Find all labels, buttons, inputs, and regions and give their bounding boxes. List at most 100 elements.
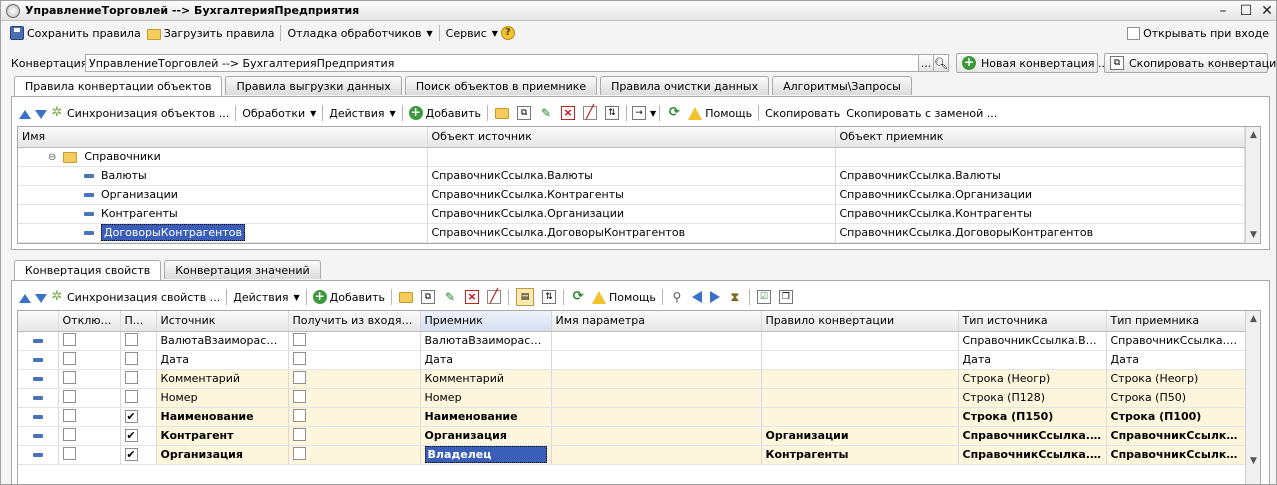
move-icon[interactable]: → [632, 106, 647, 120]
toggle-view-icon[interactable]: ▤ [516, 288, 535, 306]
tab-property-conversion[interactable]: Конвертация свойств [14, 260, 162, 280]
processing-menu[interactable]: Обработки ▼ [239, 103, 319, 123]
copy-conversion-button[interactable]: ⧉ Скопировать конвертацию [1104, 53, 1276, 73]
p-checkbox[interactable]: ✔ [124, 429, 138, 442]
disabled-checkbox[interactable] [62, 408, 76, 422]
refresh-icon[interactable]: ⟳ [667, 106, 681, 120]
copy-button[interactable]: Скопировать [762, 103, 843, 123]
table-row[interactable]: Комментарий Комментарий Строка (Неогр) Стро… [18, 369, 1260, 389]
hierarchy-icon[interactable]: ⇅ [542, 290, 557, 304]
conversion-open-button[interactable]: 🔍︎ [933, 54, 949, 72]
p-checkbox[interactable] [124, 351, 138, 365]
column-header-name[interactable]: Имя [18, 127, 428, 148]
add-group-icon[interactable] [399, 291, 414, 303]
chevron-down-icon[interactable]: ▼ [650, 109, 656, 118]
column-header-p[interactable]: П... [120, 311, 157, 332]
table-row[interactable]: Контрагенты СправочникСсылка.Организации… [18, 204, 1260, 224]
column-header-target[interactable]: Приемник [420, 311, 552, 332]
help-objects-button[interactable]: Помощь [685, 103, 755, 123]
edit-icon[interactable]: ✎ [539, 106, 553, 120]
conversion-select-button[interactable]: ... [918, 54, 934, 72]
tab-export-rules[interactable]: Правила выгрузки данных [225, 76, 402, 95]
sync-objects-button[interactable]: ✲ Синхронизация объектов ... [47, 103, 232, 123]
open-on-start-checkbox[interactable]: Открывать при входе [1124, 23, 1272, 43]
props-actions-menu[interactable]: Действия ▼ [230, 287, 302, 307]
get-incoming-checkbox[interactable] [292, 389, 306, 403]
copy-row-icon[interactable]: ⧉ [517, 106, 532, 120]
table-row[interactable]: Дата Дата Дата Дата [18, 350, 1260, 370]
table-row[interactable]: ✔ Организация Владелец Контрагенты Справочни… [18, 445, 1260, 465]
column-header-target[interactable]: Объект приемник [835, 127, 1245, 148]
tab-value-conversion[interactable]: Конвертация значений [164, 260, 321, 279]
arrow-down-icon[interactable] [35, 293, 47, 303]
tab-target-search[interactable]: Поиск объектов в приемнике [404, 76, 598, 95]
get-incoming-checkbox[interactable] [292, 351, 306, 365]
add-object-button[interactable]: + Добавить [406, 103, 484, 123]
conversion-field[interactable]: УправлениеТорговлей --> БухгалтерияПредп… [85, 54, 919, 72]
table-row[interactable]: Организации СправочникСсылка.Контрагенты… [18, 185, 1260, 205]
tab-cleanup-rules[interactable]: Правила очистки данных [600, 76, 770, 95]
column-header-disabled[interactable]: Отключи... [58, 311, 121, 332]
disabled-checkbox[interactable] [62, 446, 76, 460]
search-icon[interactable]: ⚲ [670, 290, 684, 304]
help-properties-button[interactable]: Помощь [589, 287, 659, 307]
refresh-icon[interactable]: ⟳ [571, 290, 585, 304]
objects-scrollbar[interactable]: ▲ ▼ [1245, 127, 1260, 243]
actions-menu[interactable]: Действия ▼ [326, 103, 398, 123]
arrow-left-icon[interactable] [691, 291, 702, 303]
p-checkbox[interactable]: ✔ [124, 448, 138, 461]
column-header-conversion-rule[interactable]: Правило конвертации [761, 311, 959, 332]
close-button[interactable]: ✕ [1258, 2, 1276, 20]
copy-row-icon[interactable]: ⧉ [421, 290, 436, 304]
debug-handlers-menu[interactable]: Отладка обработчиков ▼ [284, 23, 435, 43]
column-header-target-type[interactable]: Тип приемника [1106, 311, 1247, 332]
get-incoming-checkbox[interactable] [292, 370, 306, 384]
properties-scrollbar[interactable]: ▲ ▼ [1245, 311, 1260, 484]
check-all-icon[interactable]: ☑ [756, 290, 771, 304]
arrow-up-icon[interactable] [19, 293, 31, 303]
add-group-icon[interactable] [495, 107, 510, 119]
service-menu[interactable]: Сервис ▼ [443, 23, 501, 43]
edit-icon[interactable]: ✎ [443, 290, 457, 304]
sync-properties-button[interactable]: ✲ Синхронизация свойств ... [47, 287, 223, 307]
tab-object-rules[interactable]: Правила конвертации объектов [14, 76, 223, 96]
maximize-button[interactable]: ☐ [1237, 2, 1255, 20]
column-header-source[interactable]: Источник [156, 311, 289, 332]
get-incoming-checkbox[interactable] [292, 408, 306, 422]
table-row[interactable]: ВалютаВзаиморасчет... ВалютаВзаиморасчет.… [18, 331, 1260, 351]
minimize-button[interactable]: – [1214, 2, 1232, 20]
delete-icon[interactable]: × [465, 290, 480, 304]
scroll-up-icon[interactable]: ▲ [1246, 127, 1260, 143]
column-header-param-name[interactable]: Имя параметра [551, 311, 762, 332]
table-row[interactable]: ✔ Наименование Наименование Строка (П150) Ст… [18, 407, 1260, 427]
disabled-checkbox[interactable] [62, 427, 76, 441]
column-header-source-type[interactable]: Тип источника [958, 311, 1107, 332]
get-incoming-checkbox[interactable] [292, 446, 306, 460]
column-header-get-incoming[interactable]: Получить из входящих ... [288, 311, 421, 332]
add-property-button[interactable]: + Добавить [310, 287, 388, 307]
table-row[interactable]: Валюты СправочникСсылка.Валюты Справочни… [18, 166, 1260, 186]
disabled-checkbox[interactable] [62, 351, 76, 365]
arrow-right-icon[interactable] [709, 291, 720, 303]
checkbox-icon[interactable] [1127, 26, 1141, 40]
table-row-selected[interactable]: ДоговорыКонтрагентов СправочникСсылка.До… [18, 223, 1260, 243]
disabled-checkbox[interactable] [62, 389, 76, 403]
disabled-checkbox[interactable] [62, 332, 76, 346]
new-conversion-button[interactable]: + Новая конвертация ... [956, 53, 1109, 73]
delete-icon[interactable]: × [561, 106, 576, 120]
p-checkbox[interactable] [124, 332, 138, 346]
scroll-down-icon[interactable]: ▼ [1246, 227, 1260, 243]
get-incoming-checkbox[interactable] [292, 427, 306, 441]
table-row-group[interactable]: ⊖ Справочники [18, 147, 1260, 167]
mark-delete-icon[interactable]: ╱ [583, 106, 598, 120]
filter-icon[interactable]: ⧗ [728, 290, 742, 304]
collapse-icon[interactable]: ⊖ [48, 152, 56, 163]
hierarchy-icon[interactable]: ⇅ [605, 106, 620, 120]
p-checkbox[interactable] [124, 370, 138, 384]
scroll-up-icon[interactable]: ▲ [1246, 311, 1260, 327]
table-row[interactable]: ✔ Контрагент Организация Организации Справоч… [18, 426, 1260, 446]
arrow-up-icon[interactable] [19, 109, 31, 119]
copy-replace-button[interactable]: Скопировать с заменой ... [843, 103, 1000, 123]
disabled-checkbox[interactable] [62, 370, 76, 384]
get-incoming-checkbox[interactable] [292, 332, 306, 346]
